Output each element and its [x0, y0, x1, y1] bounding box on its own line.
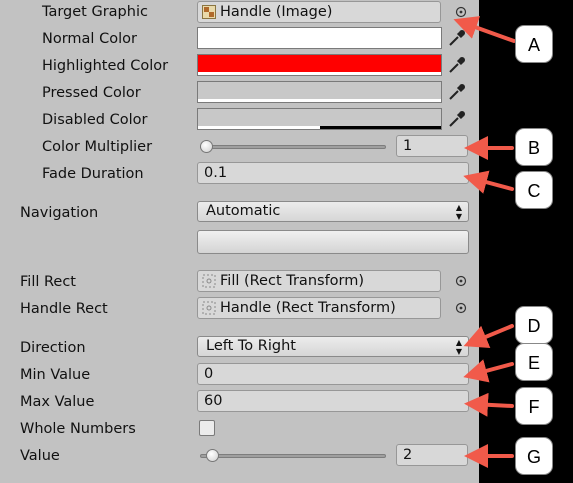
arrow-c: [463, 170, 514, 194]
callout-c: C: [515, 171, 553, 209]
arrow-d: [463, 324, 514, 348]
callout-b: B: [515, 128, 553, 166]
arrow-a: [453, 16, 516, 43]
callout-e: E: [515, 343, 553, 381]
callout-a: A: [515, 25, 553, 63]
callout-f: F: [515, 387, 553, 425]
callout-d: D: [515, 306, 553, 344]
arrow-f: [464, 392, 514, 417]
callout-g: G: [515, 437, 553, 475]
arrow-e: [463, 359, 514, 383]
annotation-arrows: [453, 16, 516, 468]
